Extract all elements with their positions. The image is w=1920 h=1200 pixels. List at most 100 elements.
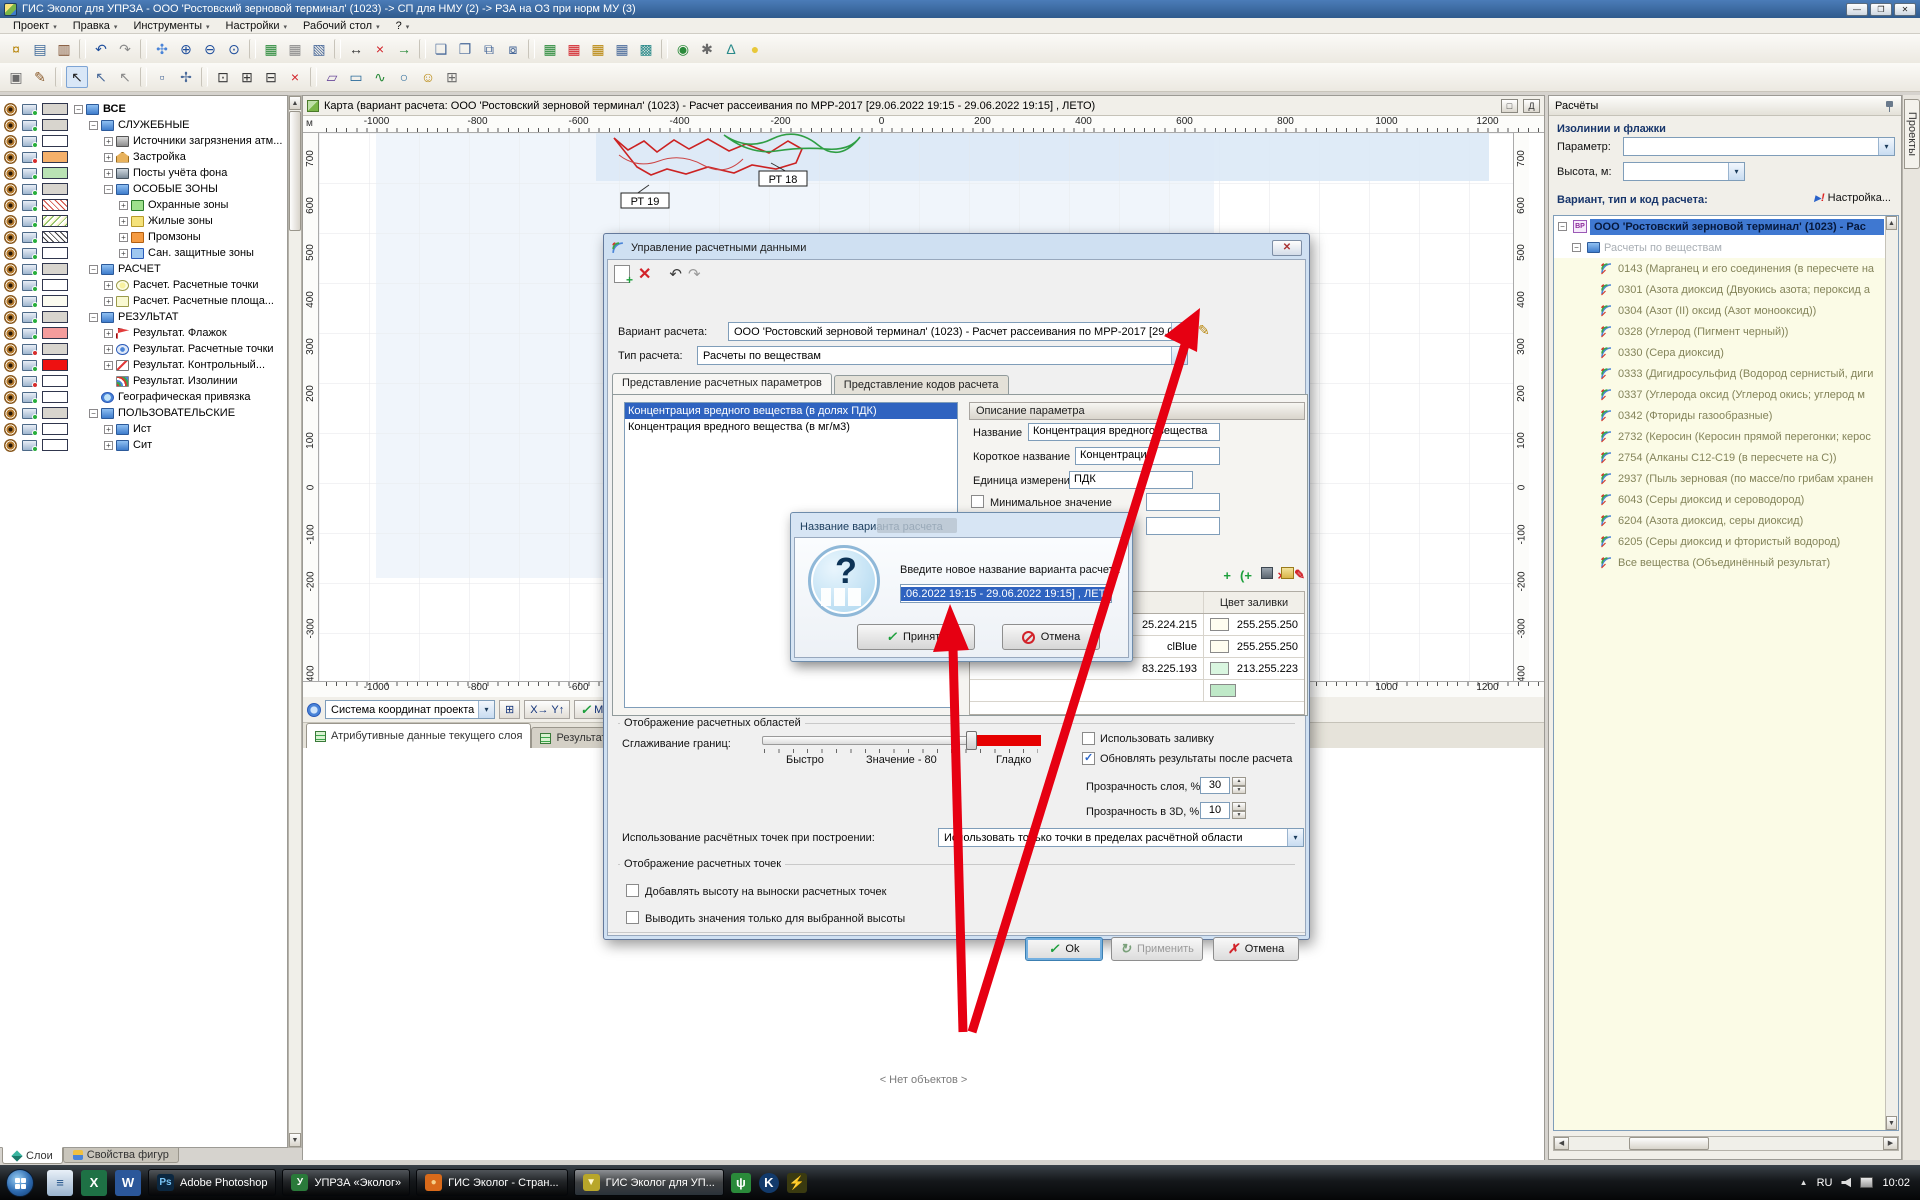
layer-color-swatch[interactable] xyxy=(42,135,68,147)
substance-row[interactable]: 0330 (Сера диоксид) xyxy=(1554,342,1898,363)
layer-row[interactable]: Расчет. Расчетные площа... xyxy=(0,293,287,309)
zoom-in-icon[interactable]: ⊕ xyxy=(175,38,197,60)
cursor-info-icon[interactable]: ↖ xyxy=(114,66,136,88)
erase-icon[interactable]: × xyxy=(284,66,306,88)
opacity-3d-input[interactable]: 10 xyxy=(1200,802,1230,819)
explorer-icon[interactable]: ≡ xyxy=(47,1170,73,1196)
expand-toggle[interactable] xyxy=(89,313,98,322)
cursor-icon[interactable]: ↖ xyxy=(66,66,88,88)
map-list-icon[interactable]: ▦ xyxy=(284,38,306,60)
layer-label[interactable]: ВСЕ xyxy=(103,103,126,115)
layer-color-swatch[interactable] xyxy=(42,311,68,323)
layer-label[interactable]: Посты учёта фона xyxy=(133,167,227,179)
visibility-eye-icon[interactable] xyxy=(4,119,17,132)
layer-color-swatch[interactable] xyxy=(42,391,68,403)
pin-window-button[interactable]: Д xyxy=(1523,99,1540,113)
task-gis-browser[interactable]: ● ГИС Эколог - Стран... xyxy=(416,1169,568,1196)
expand-toggle[interactable] xyxy=(104,297,113,306)
scroll-down-icon[interactable]: ▼ xyxy=(1886,1116,1897,1130)
expand-toggle[interactable] xyxy=(104,281,113,290)
layer-color-swatch[interactable] xyxy=(42,279,68,291)
visibility-eye-icon[interactable] xyxy=(4,167,17,180)
vertex-add-icon[interactable]: ⊞ xyxy=(236,66,258,88)
task-gis-uprza[interactable]: ▼ ГИС Эколог для УП... xyxy=(574,1169,724,1196)
axes-button[interactable]: X→ Y↑ xyxy=(524,700,570,719)
cursor-add-icon[interactable]: ↖ xyxy=(90,66,112,88)
polyline-icon[interactable]: ∿ xyxy=(369,66,391,88)
save-colors-icon[interactable] xyxy=(1261,567,1273,579)
substance-row[interactable]: 2937 (Пыль зерновая (по массе/по грибам … xyxy=(1554,468,1898,489)
lightning-icon[interactable]: ⚡ xyxy=(787,1173,807,1193)
use-fill-checkbox[interactable] xyxy=(1082,732,1095,745)
layer-color-swatch[interactable] xyxy=(42,263,68,275)
layer-row[interactable]: Результат. Флажок xyxy=(0,325,287,341)
layers-scrollbar[interactable]: ▲ ▼ xyxy=(288,95,302,1148)
min-value-checkbox[interactable] xyxy=(971,495,984,508)
vertex-icon[interactable]: ⊡ xyxy=(212,66,234,88)
substance-row[interactable]: 6204 (Азота диоксид, серы диоксид) xyxy=(1554,510,1898,531)
expand-toggle[interactable] xyxy=(104,345,113,354)
task-uprza[interactable]: У УПРЗА «Эколог» xyxy=(282,1169,410,1196)
layer-color-swatch[interactable] xyxy=(42,167,68,179)
expand-toggle[interactable] xyxy=(104,425,113,434)
layer-row[interactable]: Застройка xyxy=(0,149,287,165)
expand-toggle[interactable] xyxy=(104,441,113,450)
menu-item[interactable]: Инструменты xyxy=(126,19,216,33)
grid-toggle-button[interactable]: ⊞ xyxy=(499,700,520,719)
clock[interactable]: 10:02 xyxy=(1882,1177,1910,1189)
accept-button[interactable]: Принять xyxy=(857,624,975,650)
scroll-left-icon[interactable]: ◀ xyxy=(1554,1137,1569,1150)
substance-row[interactable]: 0333 (Дигидросульфид (Водород сернистый,… xyxy=(1554,363,1898,384)
copy-layer-icon[interactable]: ❏ xyxy=(430,38,452,60)
substance-row[interactable]: 0337 (Углерода оксид (Углерод окись; угл… xyxy=(1554,384,1898,405)
results-hscrollbar[interactable]: ◀ ▶ xyxy=(1553,1136,1899,1151)
select-rect-icon[interactable]: ▫ xyxy=(151,66,173,88)
scroll-thumb[interactable] xyxy=(1629,1137,1709,1150)
table-sum-icon[interactable]: ▦ xyxy=(611,38,633,60)
layer-label[interactable]: Географическая привязка xyxy=(118,391,251,403)
layer-color-swatch[interactable] xyxy=(42,247,68,259)
ok-button[interactable]: Ok xyxy=(1025,937,1103,961)
visibility-eye-icon[interactable] xyxy=(4,327,17,340)
substance-row[interactable]: 2754 (Алканы C12-C19 (в пересчете на C)) xyxy=(1554,447,1898,468)
cancel-button[interactable]: Отмена xyxy=(1002,624,1100,650)
result-group-row[interactable]: Расчеты по веществам xyxy=(1554,237,1898,258)
zoom-select-icon[interactable]: ⊙ xyxy=(223,38,245,60)
word-icon[interactable]: W xyxy=(115,1170,141,1196)
layer-color-swatch[interactable] xyxy=(42,327,68,339)
usb-icon[interactable]: ψ xyxy=(731,1173,751,1193)
add-map-icon[interactable]: ▦ xyxy=(260,38,282,60)
expand-toggle[interactable] xyxy=(104,361,113,370)
expand-toggle[interactable] xyxy=(1572,243,1581,252)
layer-row[interactable]: Сан. защитные зоны xyxy=(0,245,287,261)
tab-attributes[interactable]: Атрибутивные данные текущего слоя xyxy=(306,723,531,748)
layer-row[interactable]: Жилые зоны xyxy=(0,213,287,229)
coordinate-system-combo[interactable]: Система координат проекта xyxy=(325,700,495,719)
layer-color-swatch[interactable] xyxy=(42,359,68,371)
dialog-close-button[interactable]: ✕ xyxy=(1272,240,1302,256)
layer-opacity-spinner[interactable]: ▲▼ xyxy=(1232,777,1246,794)
layer-row[interactable]: Результат. Изолинии xyxy=(0,373,287,389)
menu-item[interactable]: Рабочий стол xyxy=(296,19,387,33)
scroll-up-icon[interactable]: ▲ xyxy=(1886,216,1897,230)
printer-icon[interactable] xyxy=(22,168,37,179)
expand-toggle[interactable] xyxy=(104,329,113,338)
brush-icon[interactable]: ✎ xyxy=(29,66,51,88)
circle-icon[interactable]: ○ xyxy=(393,66,415,88)
delete-variant-icon[interactable]: ✕ xyxy=(638,264,651,284)
scroll-right-icon[interactable]: ▶ xyxy=(1883,1137,1898,1150)
edit-variant-pencil-icon[interactable]: ✎ xyxy=(1198,322,1210,339)
printer-icon[interactable] xyxy=(22,344,37,355)
menu-item[interactable]: Проект xyxy=(6,19,64,33)
update-results-checkbox[interactable] xyxy=(1082,752,1095,765)
bulb-icon[interactable]: ● xyxy=(744,38,766,60)
layer-row[interactable]: Источники загрязнения атм... xyxy=(0,133,287,149)
gear-icon[interactable]: ✱ xyxy=(696,38,718,60)
close-button[interactable]: ✕ xyxy=(1894,3,1916,16)
layer-row[interactable]: Охранные зоны xyxy=(0,197,287,213)
short-name-input[interactable]: Концентрация xyxy=(1075,447,1220,465)
layer-color-swatch[interactable] xyxy=(42,103,68,115)
row-insert-icon[interactable]: (+ xyxy=(1240,568,1252,583)
vertex-del-icon[interactable]: ⊟ xyxy=(260,66,282,88)
layer-row[interactable]: Расчет. Расчетные точки xyxy=(0,277,287,293)
